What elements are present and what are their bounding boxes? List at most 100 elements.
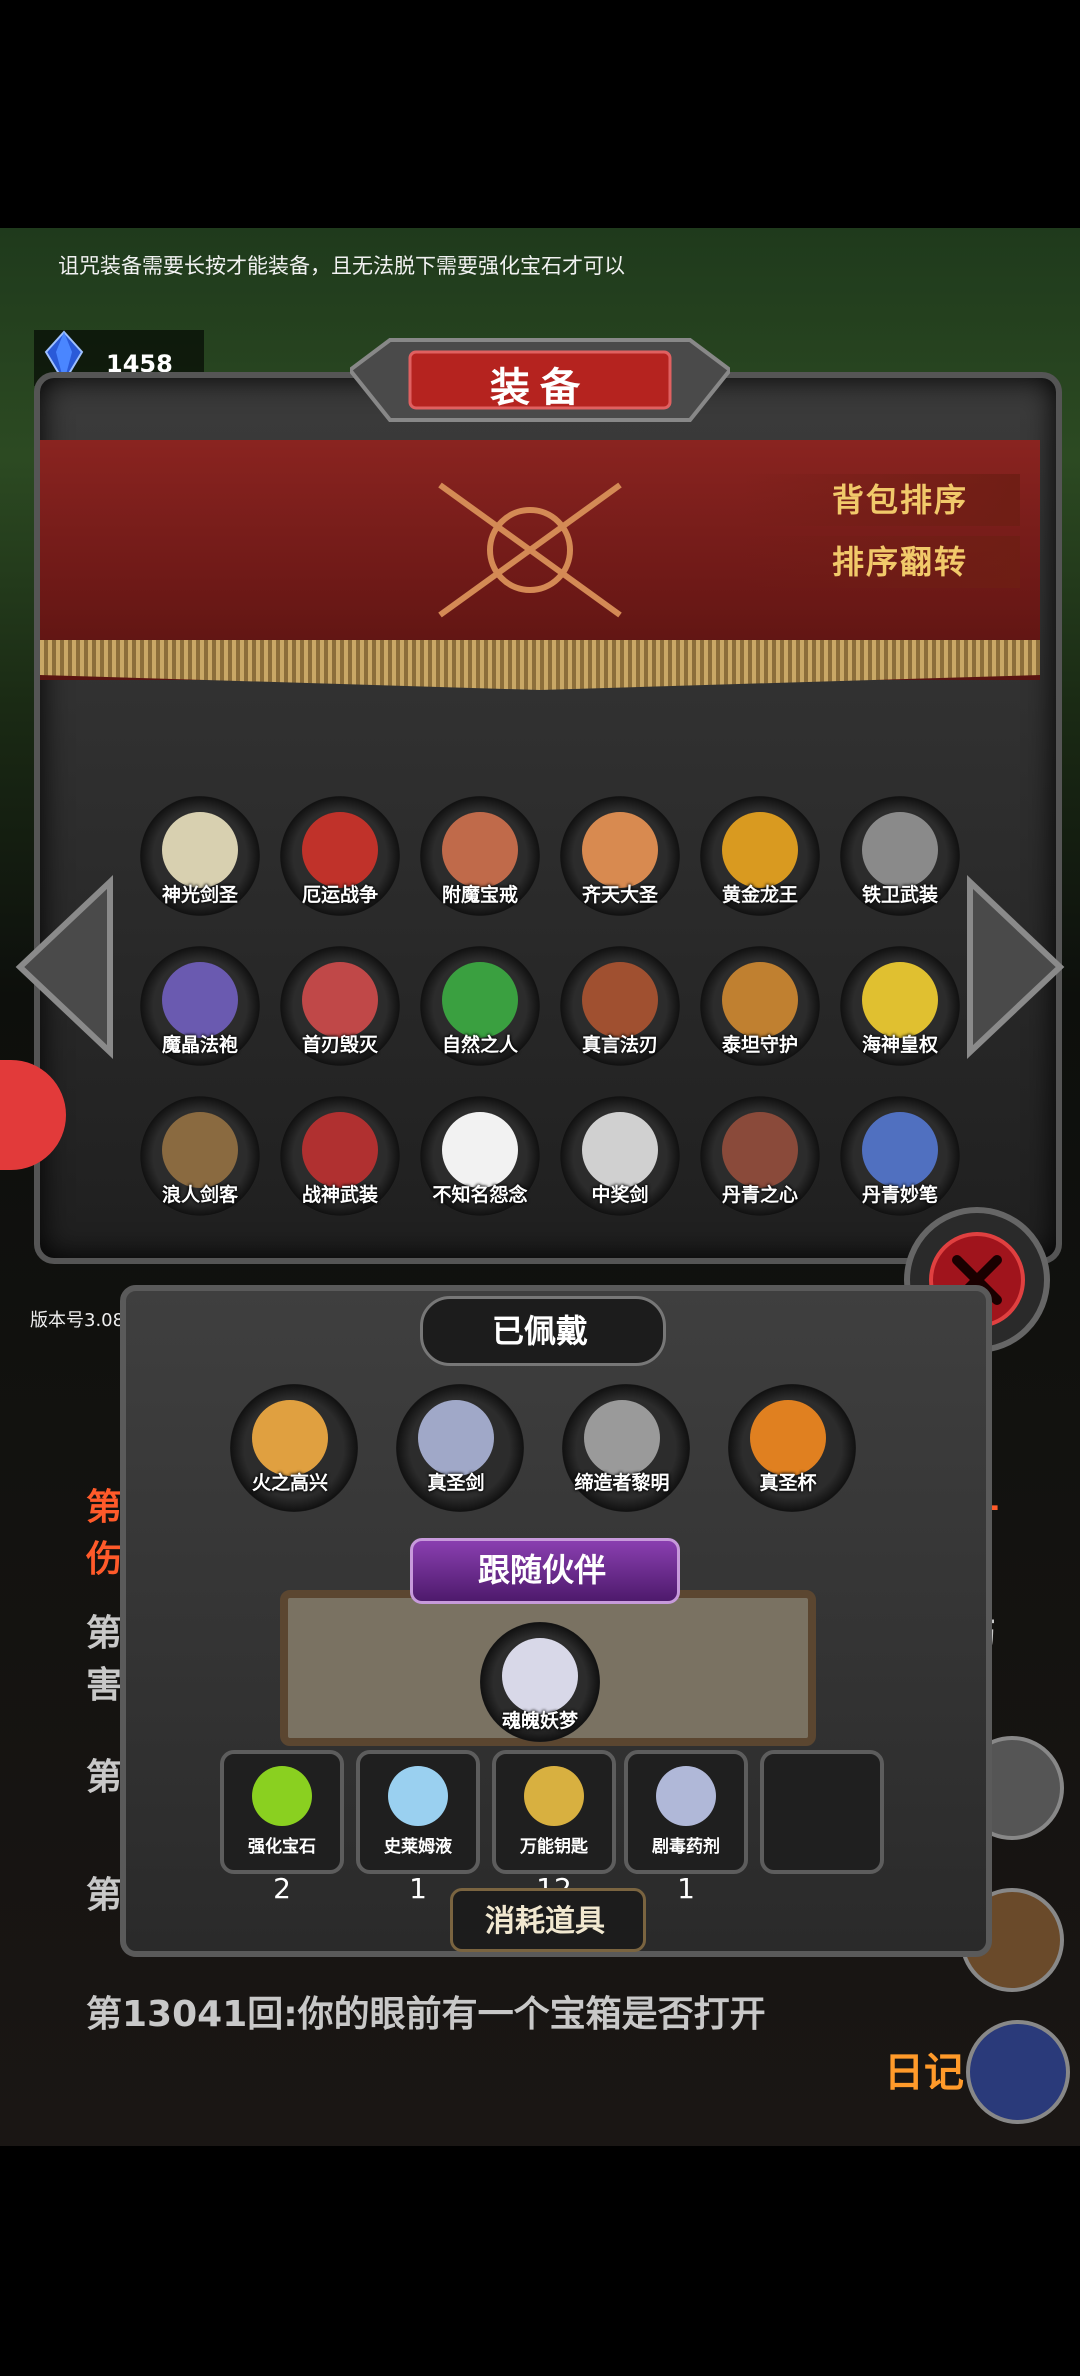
companion-name: 魂魄妖梦 [501,1710,578,1732]
equipment-slot[interactable]: 不知名怨念 [420,1096,540,1216]
equipment-slot[interactable]: 真言法刃 [560,946,680,1066]
consumable-icon [388,1766,448,1826]
equipment-icon [582,812,658,888]
worn-item-icon [750,1400,826,1476]
equipment-label: 黄金龙王 [721,884,798,906]
equipment-slot[interactable]: 首刃毁灭 [280,946,400,1066]
equipment-slot[interactable]: 海神皇权 [840,946,960,1066]
consumable-slot[interactable]: 史莱姆液 1 [356,1750,480,1905]
log-line: 第13041回:你的眼前有一个宝箱是否打开 [86,1994,766,2035]
equipment-slot[interactable]: 泰坦守护 [700,946,820,1066]
equipment-slot[interactable]: 黄金龙王 [700,796,820,916]
prev-page-arrow-icon[interactable] [10,872,120,1062]
equipment-icon [302,812,378,888]
worn-item-label: 真圣剑 [427,1472,485,1494]
consumables-title: 消耗道具 [485,1904,605,1939]
log-line: 害 [86,1665,123,1706]
diary-label[interactable]: 日记 [884,2040,964,2098]
consumable-count: 2 [273,1872,291,1905]
panel-title: 装备 [490,365,590,411]
crossed-swords-crest-icon [438,482,622,618]
log-line: 伤 [86,1539,123,1580]
equipment-slot[interactable]: 战神武装 [280,1096,400,1216]
companion-portrait [502,1638,578,1714]
log-line: 第 [86,1613,123,1654]
worn-item-slot[interactable]: 缔造者黎明 [562,1384,690,1512]
equipment-slot[interactable]: 魔晶法袍 [140,946,260,1066]
equipment-label: 泰坦守护 [721,1034,798,1056]
equipment-icon [862,1112,938,1188]
equipment-icon [302,1112,378,1188]
equipment-slot[interactable]: 神光剑圣 [140,796,260,916]
consumable-slot[interactable]: 万能钥匙12 [492,1750,616,1905]
worn-title: 已佩戴 [491,1312,588,1350]
equipment-slot[interactable]: 浪人剑客 [140,1096,260,1216]
equipment-label: 丹青妙笔 [861,1184,938,1206]
curse-tip-text: 诅咒装备需要长按才能装备，且无法脱下需要强化宝石才可以 [58,254,625,278]
equipment-icon [442,962,518,1038]
equipment-label: 海神皇权 [861,1034,938,1056]
equipment-icon [162,962,238,1038]
equipment-label: 附魔宝戒 [441,884,518,906]
log-line: 第 [86,1875,123,1916]
equipment-label: 浪人剑客 [161,1184,238,1206]
equipment-slot[interactable]: 铁卫武装 [840,796,960,916]
next-page-arrow-icon[interactable] [960,872,1070,1062]
bag-sort-button[interactable]: 背包排序 [740,474,1020,526]
equipment-icon [862,962,938,1038]
equipment-label: 丹青之心 [721,1184,798,1206]
worn-item-label: 真圣杯 [759,1472,817,1494]
version-label: 版本号3.08 [30,1310,125,1331]
equipment-icon [302,962,378,1038]
companion-slot[interactable]: 魂魄妖梦 [480,1622,600,1742]
worn-item-icon [584,1400,660,1476]
equipment-icon [582,1112,658,1188]
equipment-label: 神光剑圣 [161,884,238,906]
equipment-slot[interactable]: 丹青之心 [700,1096,820,1216]
equipment-icon [162,1112,238,1188]
equipment-icon [722,962,798,1038]
consumable-icon [252,1766,312,1826]
consumable-icon [524,1766,584,1826]
consumable-label: 万能钥匙 [520,1837,588,1857]
worn-item-label: 缔造者黎明 [574,1472,670,1494]
worn-item-slot[interactable]: 真圣剑 [396,1384,524,1512]
sort-reverse-button[interactable]: 排序翻转 [740,536,1020,588]
worn-item-icon [252,1400,328,1476]
consumable-icon [656,1766,716,1826]
equipment-label: 自然之人 [441,1034,518,1056]
equipment-label: 首刃毁灭 [301,1034,378,1056]
consumable-label: 史莱姆液 [384,1837,452,1857]
equipment-icon [162,812,238,888]
equipment-slot[interactable]: 自然之人 [420,946,540,1066]
consumable-label: 剧毒药剂 [652,1837,720,1857]
equipment-icon [862,812,938,888]
companion-title: 跟随伙伴 [477,1551,606,1589]
diary-book-icon[interactable] [966,2020,1070,2124]
equipment-label: 铁卫武装 [861,884,938,906]
equipment-icon [722,1112,798,1188]
equipment-label: 厄运战争 [301,884,378,906]
equipment-slot[interactable]: 齐天大圣 [560,796,680,916]
equipment-icon [722,812,798,888]
log-line: 第 [86,1487,123,1528]
worn-item-icon [418,1400,494,1476]
log-line: 第 [86,1757,123,1798]
equipment-label: 战神武装 [301,1184,378,1206]
worn-item-label: 火之高兴 [251,1472,328,1494]
equipment-label: 真言法刃 [581,1034,658,1056]
equipment-slot[interactable]: 厄运战争 [280,796,400,916]
equipment-slot[interactable]: 丹青妙笔 [840,1096,960,1216]
equipment-slot[interactable]: 附魔宝戒 [420,796,540,916]
equipment-label: 齐天大圣 [581,884,658,906]
worn-item-slot[interactable]: 火之高兴 [230,1384,358,1512]
empty-consumable-slot[interactable] [760,1750,884,1874]
equipment-label: 魔晶法袍 [161,1034,238,1056]
equipment-icon [442,812,518,888]
consumable-slot[interactable]: 剧毒药剂 1 [624,1750,748,1905]
equipment-icon [442,1112,518,1188]
equipment-slot[interactable]: 中奖剑 [560,1096,680,1216]
worn-item-slot[interactable]: 真圣杯 [728,1384,856,1512]
consumable-label: 强化宝石 [248,1837,316,1857]
consumable-slot[interactable]: 强化宝石 2 [220,1750,344,1905]
